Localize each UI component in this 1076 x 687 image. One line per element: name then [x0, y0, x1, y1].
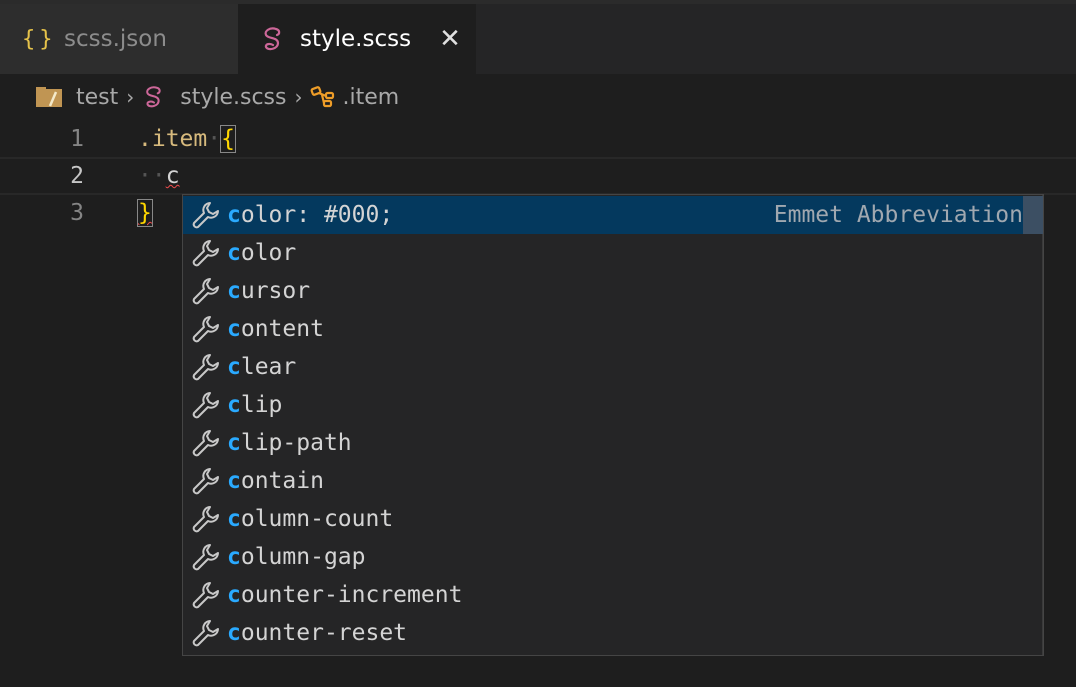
- suggestion-label: lip: [240, 392, 283, 418]
- suggestion-match: c: [227, 506, 241, 532]
- tab-label: scss.json: [64, 26, 167, 52]
- sass-icon: [260, 25, 294, 53]
- json-braces-icon: {}: [22, 26, 57, 52]
- suggestion-label: ontent: [240, 316, 324, 342]
- tab-label: style.scss: [300, 26, 412, 52]
- suggestion-item[interactable]: c ontain: [183, 462, 1025, 500]
- suggestion-match: c: [227, 240, 241, 266]
- breadcrumb: test › style.scss › .item: [0, 74, 1076, 120]
- line-number: 1: [70, 126, 84, 152]
- suggestion-label: ontain: [240, 468, 324, 494]
- line-number: 3: [70, 200, 84, 226]
- typed-text: c: [165, 163, 180, 189]
- folder-icon: [36, 86, 64, 108]
- line-content: }: [137, 199, 153, 227]
- suggestion-match: c: [227, 620, 241, 646]
- wrench-icon: [191, 466, 227, 496]
- wrench-icon: [191, 618, 227, 648]
- suggestion-label: olor: #000;: [240, 202, 394, 228]
- line-number: 2: [70, 163, 84, 189]
- suggestion-match: c: [227, 544, 241, 570]
- suggestion-item[interactable]: c olumn-gap: [183, 538, 1025, 576]
- suggestion-match: c: [227, 392, 241, 418]
- breadcrumb-label: test: [76, 84, 119, 110]
- scrollbar-thumb[interactable]: [1023, 196, 1043, 234]
- code-line: 1 .item·{: [0, 120, 1076, 158]
- breadcrumb-item-style-scss[interactable]: style.scss: [142, 84, 286, 110]
- whitespace-dot: ·: [207, 126, 222, 152]
- indent-guide-dots: ··: [138, 163, 166, 189]
- suggestion-label: ounter-reset: [240, 620, 408, 646]
- tab-scss-json[interactable]: {} scss.json: [0, 4, 238, 74]
- suggestion-match: c: [227, 430, 241, 456]
- suggestion-item[interactable]: c olor: [183, 234, 1025, 272]
- sass-icon: [142, 84, 166, 110]
- code-line-current: 2 ··c: [0, 157, 1076, 195]
- close-tab-button[interactable]: ✕: [439, 24, 461, 54]
- breadcrumb-item-test[interactable]: test: [36, 85, 118, 110]
- suggestion-item[interactable]: c lear: [183, 348, 1025, 386]
- suggestion-item[interactable]: c olumn-count: [183, 500, 1025, 538]
- suggestion-scrollbar[interactable]: [1042, 195, 1043, 655]
- wrench-icon: [191, 428, 227, 458]
- wrench-icon: [191, 314, 227, 344]
- wrench-icon: [191, 352, 227, 382]
- breadcrumb-label: style.scss: [180, 84, 287, 110]
- suggestion-detail: Emmet Abbreviation: [773, 202, 1023, 228]
- suggestion-item[interactable]: c lip-path: [183, 424, 1025, 462]
- suggestion-match: c: [227, 278, 241, 304]
- wrench-icon: [191, 390, 227, 420]
- suggestion-label: ounter-increment: [240, 582, 463, 608]
- suggestion-label: lip-path: [240, 430, 352, 456]
- wrench-icon: [191, 542, 227, 572]
- suggestion-item[interactable]: c ursor: [183, 272, 1025, 310]
- suggestion-label: lear: [240, 354, 297, 380]
- chevron-right-icon: ›: [126, 85, 135, 109]
- close-brace: }: [137, 199, 153, 227]
- suggestion-item[interactable]: c lip: [183, 386, 1025, 424]
- suggestion-match: c: [227, 316, 241, 342]
- suggestion-match: c: [227, 202, 241, 228]
- suggestion-match: c: [227, 582, 241, 608]
- breadcrumb-label: .item: [342, 84, 400, 110]
- suggestion-item[interactable]: c ounter-reset: [183, 614, 1025, 652]
- tab-bar: {} scss.json style.scss ✕: [0, 4, 1076, 74]
- suggestion-label: olor: [240, 240, 297, 266]
- line-content: .item·{: [138, 125, 236, 153]
- suggestion-label: olumn-count: [240, 506, 394, 532]
- wrench-icon: [191, 504, 227, 534]
- wrench-icon: [191, 276, 227, 306]
- wrench-icon: [191, 238, 227, 268]
- suggestion-match: c: [227, 468, 241, 494]
- suggestion-match: c: [227, 354, 241, 380]
- suggestion-item[interactable]: c ontent: [183, 310, 1025, 348]
- wrench-icon: [191, 200, 227, 230]
- suggestion-item[interactable]: c ounter-increment: [183, 576, 1025, 614]
- tab-style-scss[interactable]: style.scss ✕: [238, 4, 476, 74]
- suggestion-label: olumn-gap: [240, 544, 366, 570]
- symbol-class-icon: [310, 85, 338, 109]
- wrench-icon: [191, 580, 227, 610]
- selector: .item: [138, 126, 208, 152]
- chevron-right-icon: ›: [294, 85, 303, 109]
- suggestion-widget: c olor: #000; Emmet Abbreviation c olor c urso…: [182, 194, 1044, 656]
- line-content: ··c: [138, 163, 180, 189]
- breadcrumb-item-item[interactable]: .item: [310, 85, 399, 110]
- suggestion-label: ursor: [240, 278, 311, 304]
- suggestion-item-selected[interactable]: c olor: #000; Emmet Abbreviation: [183, 196, 1043, 234]
- open-brace: {: [220, 125, 236, 153]
